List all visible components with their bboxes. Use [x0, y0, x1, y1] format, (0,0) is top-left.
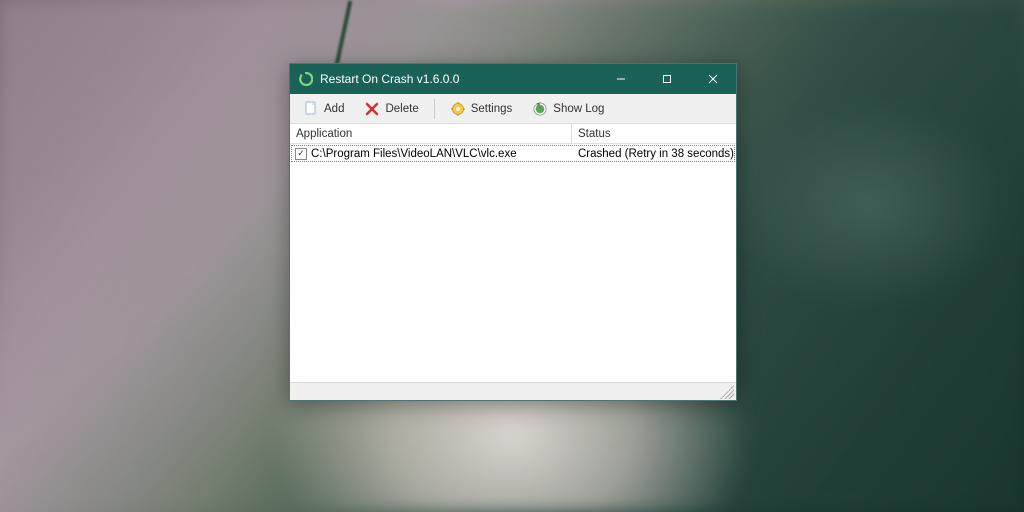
- minimize-button[interactable]: [598, 64, 644, 94]
- row-application-path: C:\Program Files\VideoLAN\VLC\vlc.exe: [311, 148, 517, 160]
- maximize-button[interactable]: [644, 64, 690, 94]
- titlebar[interactable]: Restart On Crash v1.6.0.0: [290, 64, 736, 94]
- delete-label: Delete: [385, 103, 418, 115]
- toolbar-separator: [434, 99, 435, 119]
- column-header-application[interactable]: Application: [290, 124, 572, 143]
- settings-icon: [450, 101, 466, 117]
- row-status-cell: Crashed (Retry in 38 seconds): [572, 146, 734, 161]
- settings-button[interactable]: Settings: [441, 97, 522, 121]
- delete-button[interactable]: Delete: [355, 97, 427, 121]
- row-checkbox[interactable]: ✓: [295, 148, 307, 160]
- resize-grip[interactable]: [720, 385, 734, 399]
- app-icon: [298, 71, 314, 87]
- settings-label: Settings: [471, 103, 513, 115]
- list-body: ✓ C:\Program Files\VideoLAN\VLC\vlc.exe …: [290, 144, 736, 382]
- showlog-label: Show Log: [553, 103, 604, 115]
- toolbar: Add Delete: [290, 94, 736, 124]
- window-controls: [598, 64, 736, 94]
- close-button[interactable]: [690, 64, 736, 94]
- add-button[interactable]: Add: [294, 97, 353, 121]
- window-title: Restart On Crash v1.6.0.0: [320, 72, 598, 86]
- showlog-icon: [532, 101, 548, 117]
- statusbar: [290, 382, 736, 400]
- delete-icon: [364, 101, 380, 117]
- column-header-status[interactable]: Status: [572, 124, 736, 143]
- list-header: Application Status: [290, 124, 736, 144]
- add-icon: [303, 101, 319, 117]
- table-row[interactable]: ✓ C:\Program Files\VideoLAN\VLC\vlc.exe …: [291, 145, 735, 162]
- showlog-button[interactable]: Show Log: [523, 97, 613, 121]
- row-application-cell: ✓ C:\Program Files\VideoLAN\VLC\vlc.exe: [292, 146, 572, 161]
- add-label: Add: [324, 103, 344, 115]
- app-window: Restart On Crash v1.6.0.0 Add: [289, 63, 737, 401]
